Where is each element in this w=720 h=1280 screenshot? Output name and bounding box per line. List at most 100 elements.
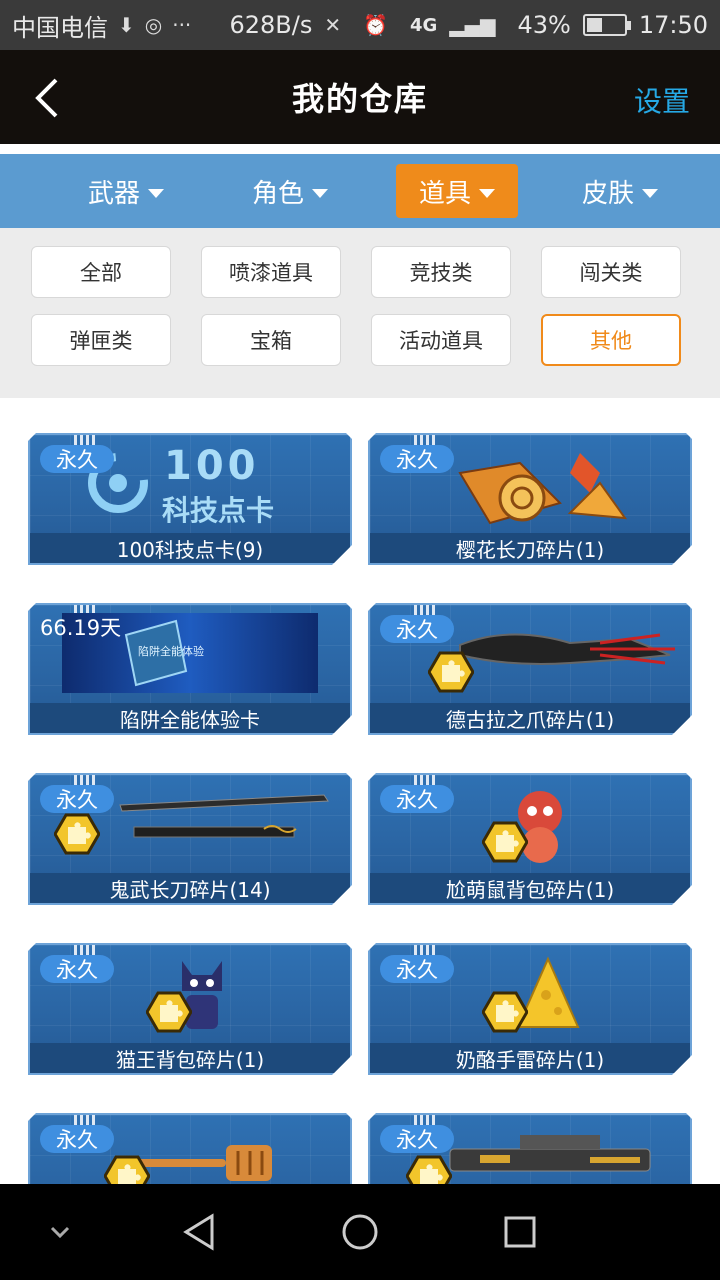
duration-badge: 66.19天 — [40, 616, 122, 640]
filter-label: 闯关类 — [579, 261, 643, 285]
tab-skins[interactable]: 皮肤 — [538, 164, 702, 218]
rifle-art — [449, 1135, 651, 1172]
item-card[interactable]: 永久 — [368, 1113, 692, 1184]
square-recents-icon — [504, 1216, 536, 1248]
sakura-blade-fragment-art — [458, 453, 628, 525]
network-type: 4G — [410, 14, 438, 36]
item-card[interactable]: 陷阱全能体验 66.19天 陷阱全能体验卡 — [28, 603, 352, 735]
duration-badge: 永久 — [380, 615, 454, 643]
caret-down-icon — [312, 188, 328, 198]
tab-items[interactable]: 道具 — [396, 164, 518, 218]
status-bar: 中国电信 ⬇ ◎ ··· 628B/s ✕ ⏰ 4G ▂▄▆ 43% 17:50 — [0, 0, 720, 50]
battery-icon — [582, 14, 631, 36]
filter-competitive[interactable]: 竞技类 — [371, 246, 511, 298]
puzzle-icon — [54, 813, 100, 855]
network-speed: 628B/s — [229, 11, 313, 39]
ghost-katana-art — [119, 794, 329, 838]
back-button[interactable] — [28, 76, 68, 120]
puzzle-icon — [482, 821, 528, 863]
signal-icon: ▂▄▆ — [449, 13, 496, 37]
tab-label: 角色 — [251, 178, 304, 209]
settings-link[interactable]: 设置 — [634, 80, 690, 120]
filter-spray[interactable]: 喷漆道具 — [201, 246, 341, 298]
item-card[interactable]: 永久 鬼武长刀碎片(14) — [28, 773, 352, 905]
caret-down-icon — [148, 188, 164, 198]
sync-icon: ◎ — [144, 13, 163, 37]
item-name: 樱花长刀碎片(1) — [370, 533, 690, 563]
filter-label: 活动道具 — [399, 329, 483, 353]
nav-home-button[interactable] — [330, 1202, 390, 1262]
hide-nav-button[interactable] — [30, 1202, 90, 1262]
mute-icon: ✕ — [324, 13, 342, 37]
item-card[interactable]: 永久 德古拉之爪碎片(1) — [368, 603, 692, 735]
duration-badge: 永久 — [40, 1125, 114, 1153]
caret-down-icon — [642, 188, 658, 198]
puzzle-icon — [104, 1155, 150, 1184]
filter-label: 宝箱 — [250, 329, 292, 353]
item-card[interactable]: 永久 樱花长刀碎片(1) — [368, 433, 692, 565]
item-card[interactable]: 永久 尬萌鼠背包碎片(1) — [368, 773, 692, 905]
filter-label: 喷漆道具 — [229, 261, 313, 285]
category-tabs: 武器 角色 道具 皮肤 — [0, 154, 720, 228]
puzzle-icon — [146, 991, 192, 1033]
nav-back-button[interactable] — [170, 1202, 230, 1262]
item-card[interactable]: 永久 奶酪手雷碎片(1) — [368, 943, 692, 1075]
duration-badge: 永久 — [380, 445, 454, 473]
puzzle-icon — [428, 651, 474, 693]
filter-label: 弹匣类 — [69, 329, 133, 353]
trap-card-label: 陷阱全能体验 — [138, 645, 204, 658]
caret-down-icon — [479, 188, 495, 198]
tab-label: 道具 — [418, 178, 471, 209]
filter-magazine[interactable]: 弹匣类 — [31, 314, 171, 366]
item-card[interactable]: 100 科技点卡 永久 100科技点卡(9) — [28, 433, 352, 565]
item-card[interactable]: 永久 猫王背包碎片(1) — [28, 943, 352, 1075]
spatula-art — [136, 1145, 272, 1181]
tab-label: 武器 — [87, 178, 140, 209]
system-nav-bar — [0, 1184, 720, 1280]
triangle-back-icon — [183, 1213, 214, 1251]
duration-badge: 永久 — [40, 785, 114, 813]
tab-weapons[interactable]: 武器 — [44, 164, 208, 218]
puzzle-icon — [406, 1155, 452, 1184]
duration-badge: 永久 — [40, 955, 114, 983]
filter-other[interactable]: 其他 — [541, 314, 681, 366]
item-name: 猫王背包碎片(1) — [30, 1043, 350, 1073]
nav-recents-button[interactable] — [490, 1202, 550, 1262]
filter-chest[interactable]: 宝箱 — [201, 314, 341, 366]
filter-label: 其他 — [590, 329, 632, 353]
tab-characters[interactable]: 角色 — [208, 164, 372, 218]
app-header: 我的仓库 设置 — [0, 50, 720, 144]
item-name: 奶酪手雷碎片(1) — [370, 1043, 690, 1073]
filter-panel: 全部 喷漆道具 竞技类 闯关类 弹匣类 宝箱 活动道具 其他 — [0, 228, 720, 398]
clock: 17:50 — [638, 11, 708, 39]
carrier-name: 中国电信 — [12, 13, 108, 42]
page-title: 我的仓库 — [291, 80, 428, 118]
filter-stage[interactable]: 闯关类 — [541, 246, 681, 298]
item-name: 100科技点卡(9) — [30, 533, 350, 563]
item-name: 尬萌鼠背包碎片(1) — [370, 873, 690, 903]
dracula-claw-art — [459, 633, 675, 665]
more-notifications-icon: ··· — [172, 13, 192, 37]
item-name: 德古拉之爪碎片(1) — [370, 703, 690, 733]
duration-badge: 永久 — [380, 955, 454, 983]
item-name: 陷阱全能体验卡 — [30, 703, 350, 733]
battery-percent: 43% — [517, 11, 571, 39]
tech-card-number: 100 — [164, 443, 260, 489]
duration-badge: 永久 — [380, 1125, 454, 1153]
chevron-down-icon — [50, 1226, 70, 1239]
download-icon: ⬇ — [118, 13, 135, 37]
filter-label: 竞技类 — [409, 261, 473, 285]
tech-card-subtitle: 科技点卡 — [162, 494, 275, 527]
puzzle-icon — [482, 991, 528, 1033]
item-name: 鬼武长刀碎片(14) — [30, 873, 350, 903]
duration-badge: 永久 — [40, 445, 114, 473]
duration-badge: 永久 — [380, 785, 454, 813]
filter-label: 全部 — [80, 261, 122, 285]
filter-all[interactable]: 全部 — [31, 246, 171, 298]
alarm-icon: ⏰ — [363, 13, 389, 37]
circle-home-icon — [342, 1214, 378, 1250]
item-card[interactable]: 永久 — [28, 1113, 352, 1184]
tab-label: 皮肤 — [581, 178, 634, 209]
item-grid: 100 科技点卡 永久 100科技点卡(9) 永久 樱花长刀碎片(1) 陷阱全能… — [0, 398, 720, 1184]
filter-event[interactable]: 活动道具 — [371, 314, 511, 366]
